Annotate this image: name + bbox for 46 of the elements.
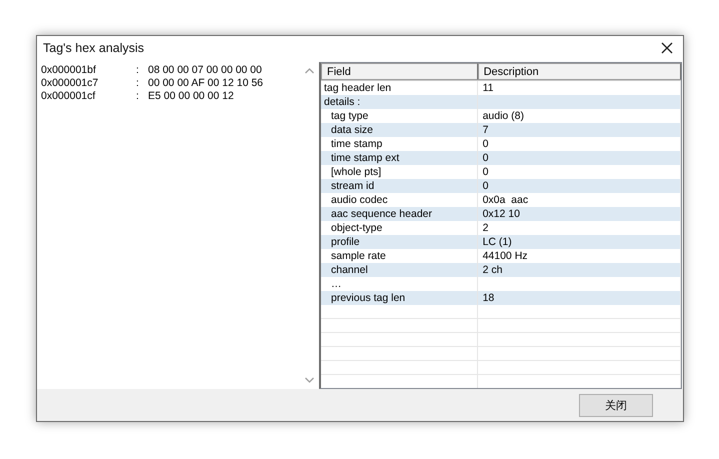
table-cell: tag type — [331, 110, 368, 122]
scroll-down-icon[interactable] — [304, 377, 314, 383]
column-header[interactable]: Description — [478, 63, 681, 80]
table-cell: 0x0a aac — [482, 194, 528, 206]
column-header[interactable]: Field — [321, 63, 478, 80]
table-cell: tag header len — [324, 82, 392, 94]
table-cell: details : — [324, 96, 360, 108]
table-cell: audio codec — [331, 194, 388, 206]
close-button[interactable]: 关闭 — [579, 394, 653, 417]
table-cell: data size — [331, 124, 374, 136]
table-cell: [whole pts] — [331, 166, 382, 178]
table-cell: 0 — [482, 180, 488, 192]
scroll-up-icon[interactable] — [304, 68, 314, 74]
separator: : — [136, 90, 140, 102]
table-cell: stream id — [331, 180, 374, 192]
table-cell: time stamp ext — [331, 152, 400, 164]
hex-address: 0x000001cf — [41, 90, 96, 102]
table-cell: LC (1) — [482, 236, 512, 248]
separator: : — [136, 76, 140, 88]
table-cell: 0x12 10 — [482, 208, 520, 220]
table-cell: aac sequence header — [331, 208, 432, 220]
close-icon[interactable] — [661, 42, 673, 54]
table-cell: time stamp — [331, 138, 382, 150]
table-cell: 11 — [482, 82, 494, 94]
table-cell: … — [331, 278, 342, 290]
table-cell: object-type — [331, 222, 382, 234]
table-cell: audio (8) — [482, 110, 524, 122]
table-cell: previous tag len — [331, 292, 406, 304]
table-cell: 2 ch — [482, 264, 502, 276]
table-cell: 7 — [482, 124, 488, 136]
table-cell: 0 — [482, 166, 488, 178]
table-cell: 2 — [482, 222, 488, 234]
table-cell: sample rate — [331, 250, 386, 262]
hex-address: 0x000001bf — [41, 64, 97, 76]
hex-bytes: 00 00 00 AF 00 12 10 56 — [148, 76, 264, 88]
separator: : — [136, 64, 140, 76]
hex-bytes: E5 00 00 00 00 12 — [148, 90, 234, 102]
table-cell: 0 — [482, 138, 488, 150]
window-title: Tag's hex analysis — [43, 41, 144, 55]
table-cell: profile — [331, 236, 360, 248]
table-cell: 18 — [482, 292, 494, 304]
hex-bytes: 08 00 00 07 00 00 00 00 — [148, 64, 262, 76]
table-cell: channel — [331, 264, 368, 276]
hex-address: 0x000001c7 — [41, 76, 100, 88]
table-cell: 0 — [482, 152, 488, 164]
table-cell: 44100 Hz — [482, 250, 528, 262]
